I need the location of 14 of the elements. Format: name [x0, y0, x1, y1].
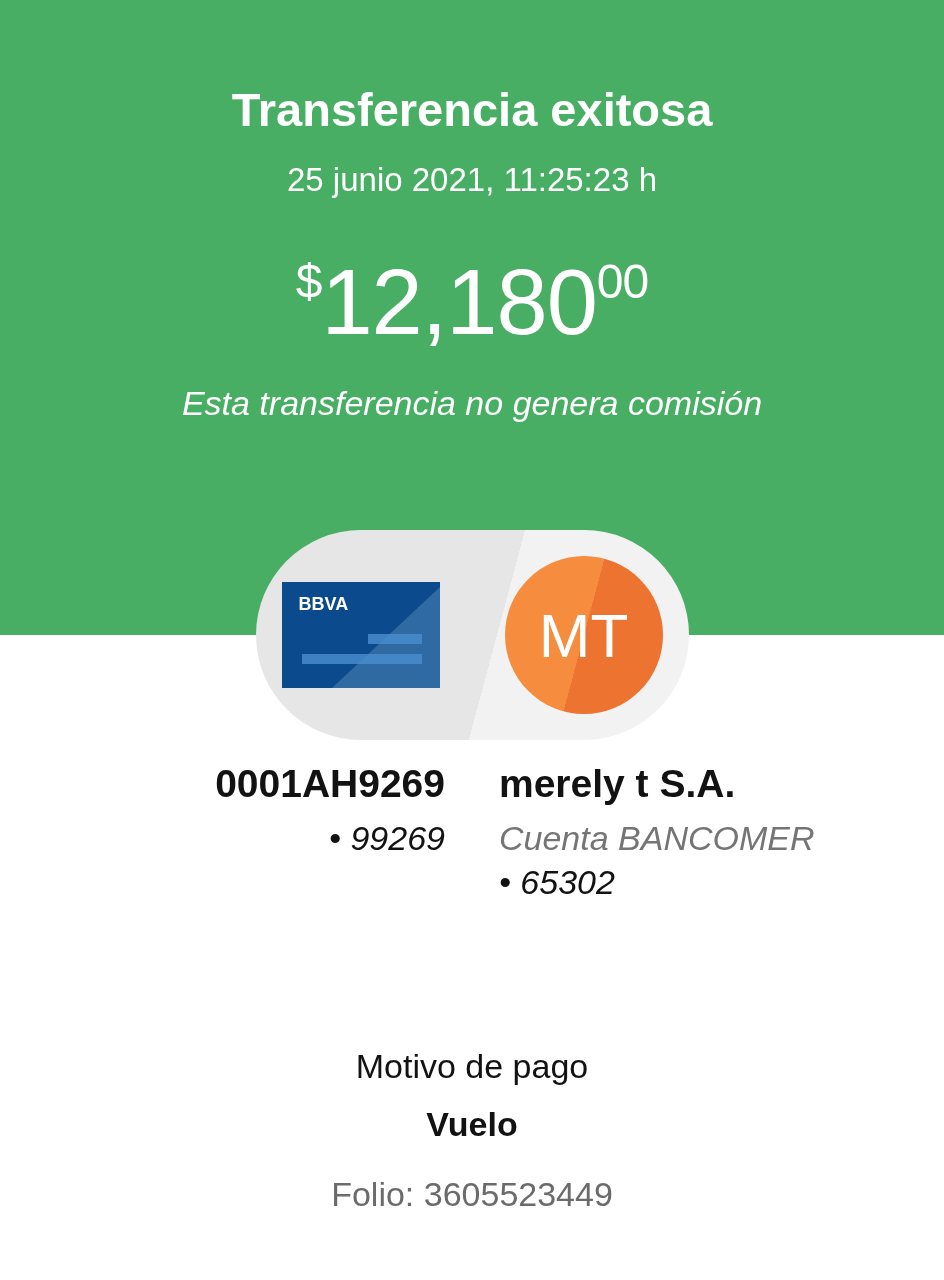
title: Transferencia exitosa: [231, 82, 713, 138]
amount: $^{$}$12,180$^{00}$: [295, 252, 649, 352]
recipient-account-number: • 65302: [499, 862, 615, 903]
date-time: 25 junio 2021, 11:25:23 h: [286, 160, 657, 200]
origin-account-number: • 99269: [329, 818, 445, 859]
reason-label: Motivo de pago: [355, 1046, 589, 1087]
reason-value: Vuelo: [426, 1104, 518, 1145]
recipient-bank: Cuenta BANCOMER: [499, 818, 815, 859]
origin-account-name: 0001AH9269: [215, 761, 445, 807]
bank-logo: BBVA: [298, 594, 349, 614]
commission-note: Esta transferencia no genera comisión: [181, 383, 763, 424]
avatar: MT: [504, 556, 663, 714]
recipient-name: merely t S.A.: [499, 761, 736, 807]
folio-number: Folio: 3605523449: [331, 1174, 613, 1215]
